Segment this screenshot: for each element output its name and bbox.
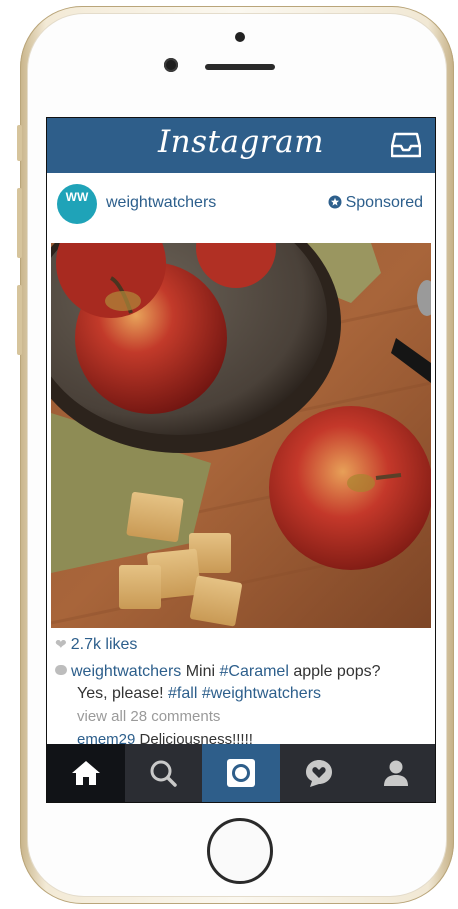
view-all-comments-link[interactable]: view all 28 comments	[77, 708, 220, 725]
post-username[interactable]: weightwatchers	[106, 194, 216, 212]
heart-icon: ❤	[55, 636, 67, 652]
caption-username[interactable]: weightwatchers	[71, 663, 181, 680]
post-photo[interactable]	[51, 243, 431, 628]
mute-switch	[17, 125, 22, 161]
app-title: Instagram	[157, 124, 325, 160]
profile-icon	[384, 760, 409, 786]
tab-profile[interactable]	[357, 744, 435, 802]
apples-caramel-image	[51, 243, 431, 628]
sponsored-icon	[328, 195, 342, 209]
front-camera-icon	[164, 58, 178, 72]
post-caption: weightwatchers Mini #Caramel apple pops?…	[55, 661, 427, 705]
volume-up-button	[17, 188, 22, 258]
search-icon	[150, 760, 178, 787]
avatar-text: WW	[65, 190, 89, 204]
phone-screen: Instagram WW weightwatchers Sponsored ❤ …	[46, 117, 436, 803]
likes-row[interactable]: ❤ 2.7k likes	[55, 636, 137, 654]
sponsored-text: Sponsored	[345, 194, 423, 211]
comment-bubble-icon	[55, 665, 67, 675]
bottom-tab-bar	[47, 744, 435, 802]
likes-count: 2.7k likes	[70, 636, 138, 653]
sponsored-label[interactable]: Sponsored	[328, 194, 423, 212]
hashtag-weightwatchers[interactable]: #weightwatchers	[202, 685, 321, 702]
sensor-icon	[235, 32, 245, 42]
tab-home[interactable]	[47, 744, 125, 802]
app-header: Instagram	[47, 118, 435, 173]
caption-text-3: Yes, please!	[77, 685, 169, 702]
inbox-tray-icon[interactable]	[391, 131, 421, 159]
caption-text-1: Mini	[181, 663, 220, 680]
caption-text-2: apple pops?	[288, 663, 381, 680]
camera-icon	[226, 759, 255, 787]
tab-search[interactable]	[125, 744, 203, 802]
tab-camera[interactable]	[202, 744, 280, 802]
hashtag-fall[interactable]: #fall	[168, 685, 197, 702]
post-header: WW weightwatchers Sponsored	[47, 173, 435, 243]
activity-heart-icon	[305, 760, 332, 787]
volume-down-button	[17, 285, 22, 355]
home-button[interactable]	[207, 818, 273, 884]
tab-activity[interactable]	[280, 744, 358, 802]
earpiece-speaker	[205, 64, 275, 70]
hashtag-caramel[interactable]: #Caramel	[220, 663, 289, 680]
home-icon	[71, 761, 100, 785]
avatar[interactable]: WW	[57, 184, 97, 224]
